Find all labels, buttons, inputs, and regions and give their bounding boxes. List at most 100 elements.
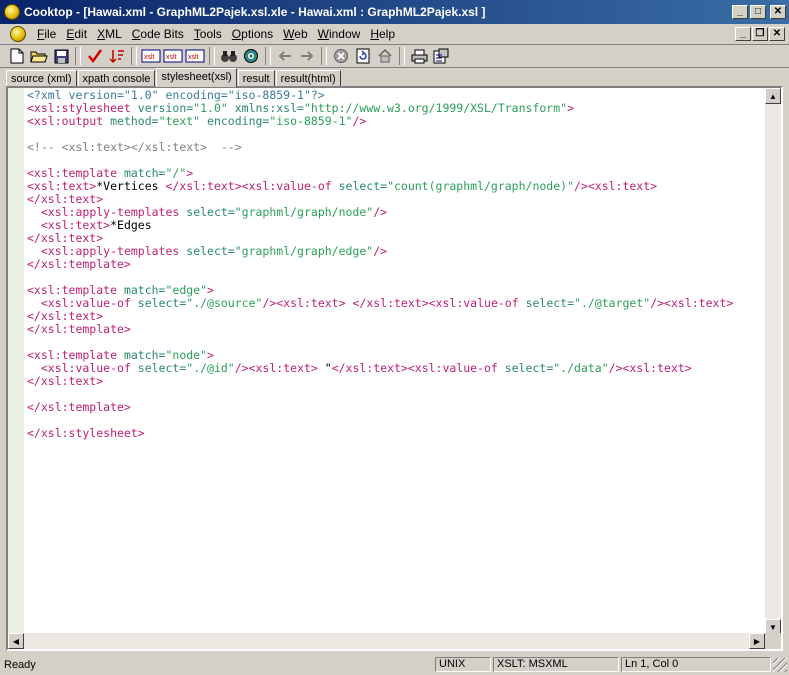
code-token: match= xyxy=(123,166,166,180)
code-token: select= xyxy=(186,205,235,219)
code-token: "graphml/graph/node" xyxy=(234,205,374,219)
menu-tools[interactable]: Tools xyxy=(189,27,227,41)
code-token: </xsl:text><xsl:value-of xyxy=(331,361,505,375)
scrollbar-corner xyxy=(765,633,781,649)
toolbar-separator xyxy=(265,47,271,65)
code-token: /> xyxy=(352,114,367,128)
code-token: </xsl:text><xsl:value-of xyxy=(352,296,526,310)
tab-result-html[interactable]: result(html) xyxy=(275,70,341,87)
save-icon[interactable] xyxy=(50,45,72,67)
status-line-ending: UNIX xyxy=(435,657,491,672)
properties-icon[interactable] xyxy=(430,45,452,67)
vertical-scrollbar[interactable]: ▲ ▼ xyxy=(765,88,781,635)
code-token: <xsl:value-of xyxy=(40,361,138,375)
scroll-up-arrow-icon[interactable]: ▲ xyxy=(765,88,781,104)
horizontal-scrollbar[interactable]: ◀ ▶ xyxy=(8,633,765,649)
code-token: select= xyxy=(338,179,388,193)
forward-arrow-icon[interactable] xyxy=(296,45,318,67)
code-line: </xsl:template> xyxy=(27,323,765,336)
maximize-button[interactable]: □ xyxy=(750,5,766,19)
open-folder-icon[interactable] xyxy=(28,45,50,67)
code-token: "count(graphml/graph/node)" xyxy=(387,179,574,193)
xslt-transform-icon[interactable]: xslt xyxy=(140,45,162,67)
doc-restore-button[interactable]: ❐ xyxy=(752,27,768,41)
sort-icon[interactable] xyxy=(106,45,128,67)
code-token: <xsl:text> xyxy=(40,218,111,232)
code-token: version= xyxy=(137,101,194,115)
menu-help[interactable]: Help xyxy=(365,27,400,41)
code-token: "./data" xyxy=(553,361,609,375)
xslt-run-icon[interactable]: xslt xyxy=(184,45,206,67)
code-token: "1.0" xyxy=(193,101,235,115)
menu-code-bits[interactable]: Code Bits xyxy=(127,27,189,41)
code-token: xmlns:xsl= xyxy=(234,101,304,115)
find-binoculars-icon[interactable] xyxy=(218,45,240,67)
code-token: match= xyxy=(123,348,166,362)
document-icon[interactable] xyxy=(10,26,26,42)
code-line: </xsl:template> xyxy=(27,401,765,414)
tab-xpath-console[interactable]: xpath console xyxy=(77,70,156,87)
home-icon[interactable] xyxy=(374,45,396,67)
tab-stylesheet-xsl[interactable]: stylesheet(xsl) xyxy=(156,68,237,87)
validate-check-icon[interactable] xyxy=(84,45,106,67)
doc-minimize-button[interactable]: _ xyxy=(735,27,751,41)
code-line: </xsl:text> xyxy=(27,310,765,323)
menu-xml[interactable]: XML xyxy=(92,27,127,41)
code-token: "edge" xyxy=(165,283,208,297)
code-line: <xsl:apply-templates select="graphml/gra… xyxy=(27,245,765,258)
code-token: </xsl:text><xsl:value-of xyxy=(165,179,339,193)
code-token: </xsl:text> xyxy=(27,231,104,245)
code-token: <xsl:apply-templates xyxy=(40,205,187,219)
menu-window[interactable]: Window xyxy=(313,27,366,41)
code-token: <xsl:value-of xyxy=(40,296,138,310)
code-token: <xsl:template xyxy=(27,283,124,297)
tab-result[interactable]: result xyxy=(237,70,275,87)
minimize-button[interactable]: _ xyxy=(732,5,748,19)
menu-edit[interactable]: Edit xyxy=(61,27,92,41)
xslt-debug-icon[interactable]: xslt xyxy=(162,45,184,67)
code-line: <xsl:value-of select="./@source"/><xsl:t… xyxy=(27,297,765,310)
menu-file[interactable]: File xyxy=(32,27,61,41)
cooktop-logo-icon[interactable] xyxy=(4,4,20,20)
status-bar: Ready UNIX XSLT: MSXML Ln 1, Col 0 xyxy=(0,654,789,675)
code-token: " xyxy=(317,361,332,375)
code-editor[interactable]: <?xml version="1.0" encoding="iso-8859-1… xyxy=(6,86,783,651)
code-text-area[interactable]: <?xml version="1.0" encoding="iso-8859-1… xyxy=(27,89,765,634)
code-token: <xsl:text> xyxy=(27,179,97,193)
scroll-right-arrow-icon[interactable]: ▶ xyxy=(749,633,765,649)
refresh-icon[interactable] xyxy=(352,45,374,67)
code-token: "node" xyxy=(165,348,208,362)
code-token: > xyxy=(207,283,214,297)
code-token: /> xyxy=(373,205,388,219)
print-icon[interactable] xyxy=(408,45,430,67)
code-token: "./@source" xyxy=(186,296,263,310)
code-token: <xsl:output xyxy=(27,114,111,128)
code-token: </xsl:stylesheet> xyxy=(27,426,145,440)
code-token: <xsl:apply-templates xyxy=(40,244,187,258)
code-line: <xsl:value-of select= "./@id"/><xsl:text>… xyxy=(27,362,765,375)
svg-text:xslt: xslt xyxy=(144,54,155,61)
menu-options[interactable]: Options xyxy=(227,27,278,41)
close-button[interactable]: ✕ xyxy=(770,5,786,19)
code-token: </xsl:template> xyxy=(27,257,131,271)
toolbar: xslt xslt xslt xyxy=(0,44,789,68)
menu-web[interactable]: Web xyxy=(278,27,312,41)
code-token: encoding= xyxy=(207,114,270,128)
code-token: > xyxy=(207,348,214,362)
resize-grip-icon[interactable] xyxy=(773,657,787,672)
svg-text:xslt: xslt xyxy=(188,54,199,61)
web-browse-icon[interactable] xyxy=(240,45,262,67)
back-arrow-icon[interactable] xyxy=(274,45,296,67)
new-file-icon[interactable] xyxy=(6,45,28,67)
doc-close-button[interactable]: ✕ xyxy=(769,27,785,41)
code-token: select= xyxy=(504,361,554,375)
code-token: /><xsl:text> xyxy=(234,361,318,375)
title-bar[interactable]: Cooktop - [Hawai.xml - GraphML2Pajek.xsl… xyxy=(0,0,789,24)
code-token: "./@id" xyxy=(186,361,235,375)
stop-icon[interactable] xyxy=(330,45,352,67)
scroll-left-arrow-icon[interactable]: ◀ xyxy=(8,633,24,649)
tab-source-xml[interactable]: source (xml) xyxy=(6,70,77,87)
